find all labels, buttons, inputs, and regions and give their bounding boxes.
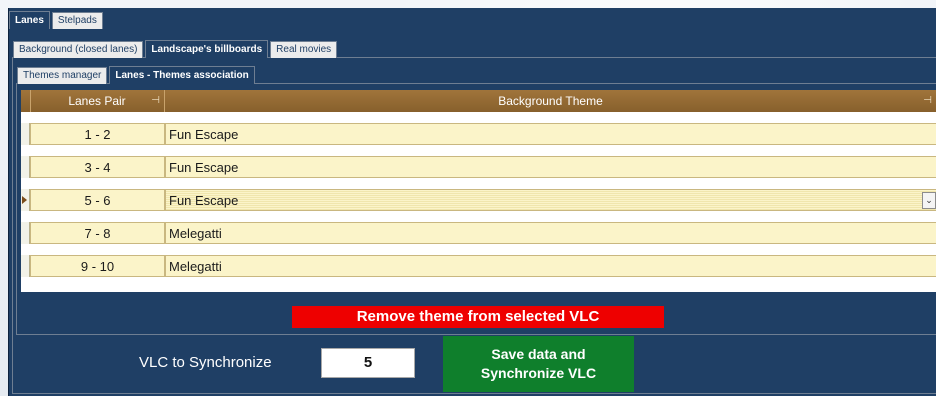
row-selector[interactable] [21, 156, 30, 178]
current-row-arrow-icon [22, 196, 27, 204]
column-header-label: Lanes Pair [68, 94, 126, 108]
pin-icon[interactable]: ⊣ [151, 90, 160, 112]
row-selector[interactable] [21, 255, 30, 277]
lanes-subtab-strip: Background (closed lanes) Landscape's bi… [13, 38, 339, 58]
background-theme-cell[interactable]: Melegatti [165, 222, 936, 244]
tab-lanes-themes-association[interactable]: Lanes - Themes association [109, 66, 255, 84]
column-header-lanes-pair[interactable]: Lanes Pair ⊣ [30, 90, 165, 112]
background-theme-cell[interactable]: Fun Escape [165, 156, 936, 178]
column-header-background-theme[interactable]: Background Theme ⊣ [165, 90, 936, 112]
column-header-label: Background Theme [498, 94, 603, 108]
pin-icon[interactable]: ⊣ [923, 90, 932, 112]
chevron-down-icon[interactable]: ⌄ [922, 192, 936, 209]
background-theme-cell[interactable]: Fun Escape [165, 123, 936, 145]
lanes-pair-cell[interactable]: 3 - 4 [30, 156, 165, 178]
tab-background-closed-lanes[interactable]: Background (closed lanes) [13, 41, 144, 58]
background-theme-combobox[interactable]: Fun Escape ⌄ [165, 189, 936, 211]
grid-header: Lanes Pair ⊣ Background Theme ⊣ [21, 90, 936, 112]
lanes-pair-cell[interactable]: 7 - 8 [30, 222, 165, 244]
row-selector[interactable] [21, 189, 30, 211]
vlc-sync-input[interactable]: 5 [321, 348, 415, 378]
save-and-synchronize-button[interactable]: Save data and Synchronize VLC [443, 336, 634, 392]
table-row[interactable]: 7 - 8 Melegatti [21, 222, 936, 244]
table-row-selected[interactable]: 5 - 6 Fun Escape ⌄ [21, 189, 936, 211]
lanes-pair-cell[interactable]: 5 - 6 [30, 189, 165, 211]
tab-lanes[interactable]: Lanes [9, 11, 50, 29]
tab-real-movies[interactable]: Real movies [270, 41, 338, 58]
lanes-pair-cell[interactable]: 1 - 2 [30, 123, 165, 145]
tab-stelpads[interactable]: Stelpads [51, 12, 103, 29]
table-row[interactable]: 3 - 4 Fun Escape [21, 156, 936, 178]
background-theme-value: Fun Escape [169, 193, 239, 208]
billboards-subtab-strip: Themes manager Lanes - Themes associatio… [17, 64, 257, 84]
table-row[interactable]: 1 - 2 Fun Escape [21, 123, 936, 145]
row-selector[interactable] [21, 222, 30, 244]
lanes-pair-cell[interactable]: 9 - 10 [30, 255, 165, 277]
background-theme-cell[interactable]: Melegatti [165, 255, 936, 277]
lanes-themes-grid: Lanes Pair ⊣ Background Theme ⊣ 1 - 2 Fu… [21, 90, 936, 292]
app-window: Lanes Stelpads Background (closed lanes)… [8, 8, 936, 396]
save-button-line2: Synchronize VLC [480, 365, 597, 381]
row-selector[interactable] [21, 123, 30, 145]
tab-landscapes-billboards[interactable]: Landscape's billboards [145, 40, 269, 58]
save-button-line1: Save data and [491, 346, 586, 362]
table-row[interactable]: 9 - 10 Melegatti [21, 255, 936, 277]
main-tab-strip: Lanes Stelpads [9, 8, 105, 29]
remove-theme-button[interactable]: Remove theme from selected VLC [292, 306, 664, 328]
vlc-sync-label: VLC to Synchronize [139, 354, 272, 371]
tab-themes-manager[interactable]: Themes manager [17, 67, 108, 84]
